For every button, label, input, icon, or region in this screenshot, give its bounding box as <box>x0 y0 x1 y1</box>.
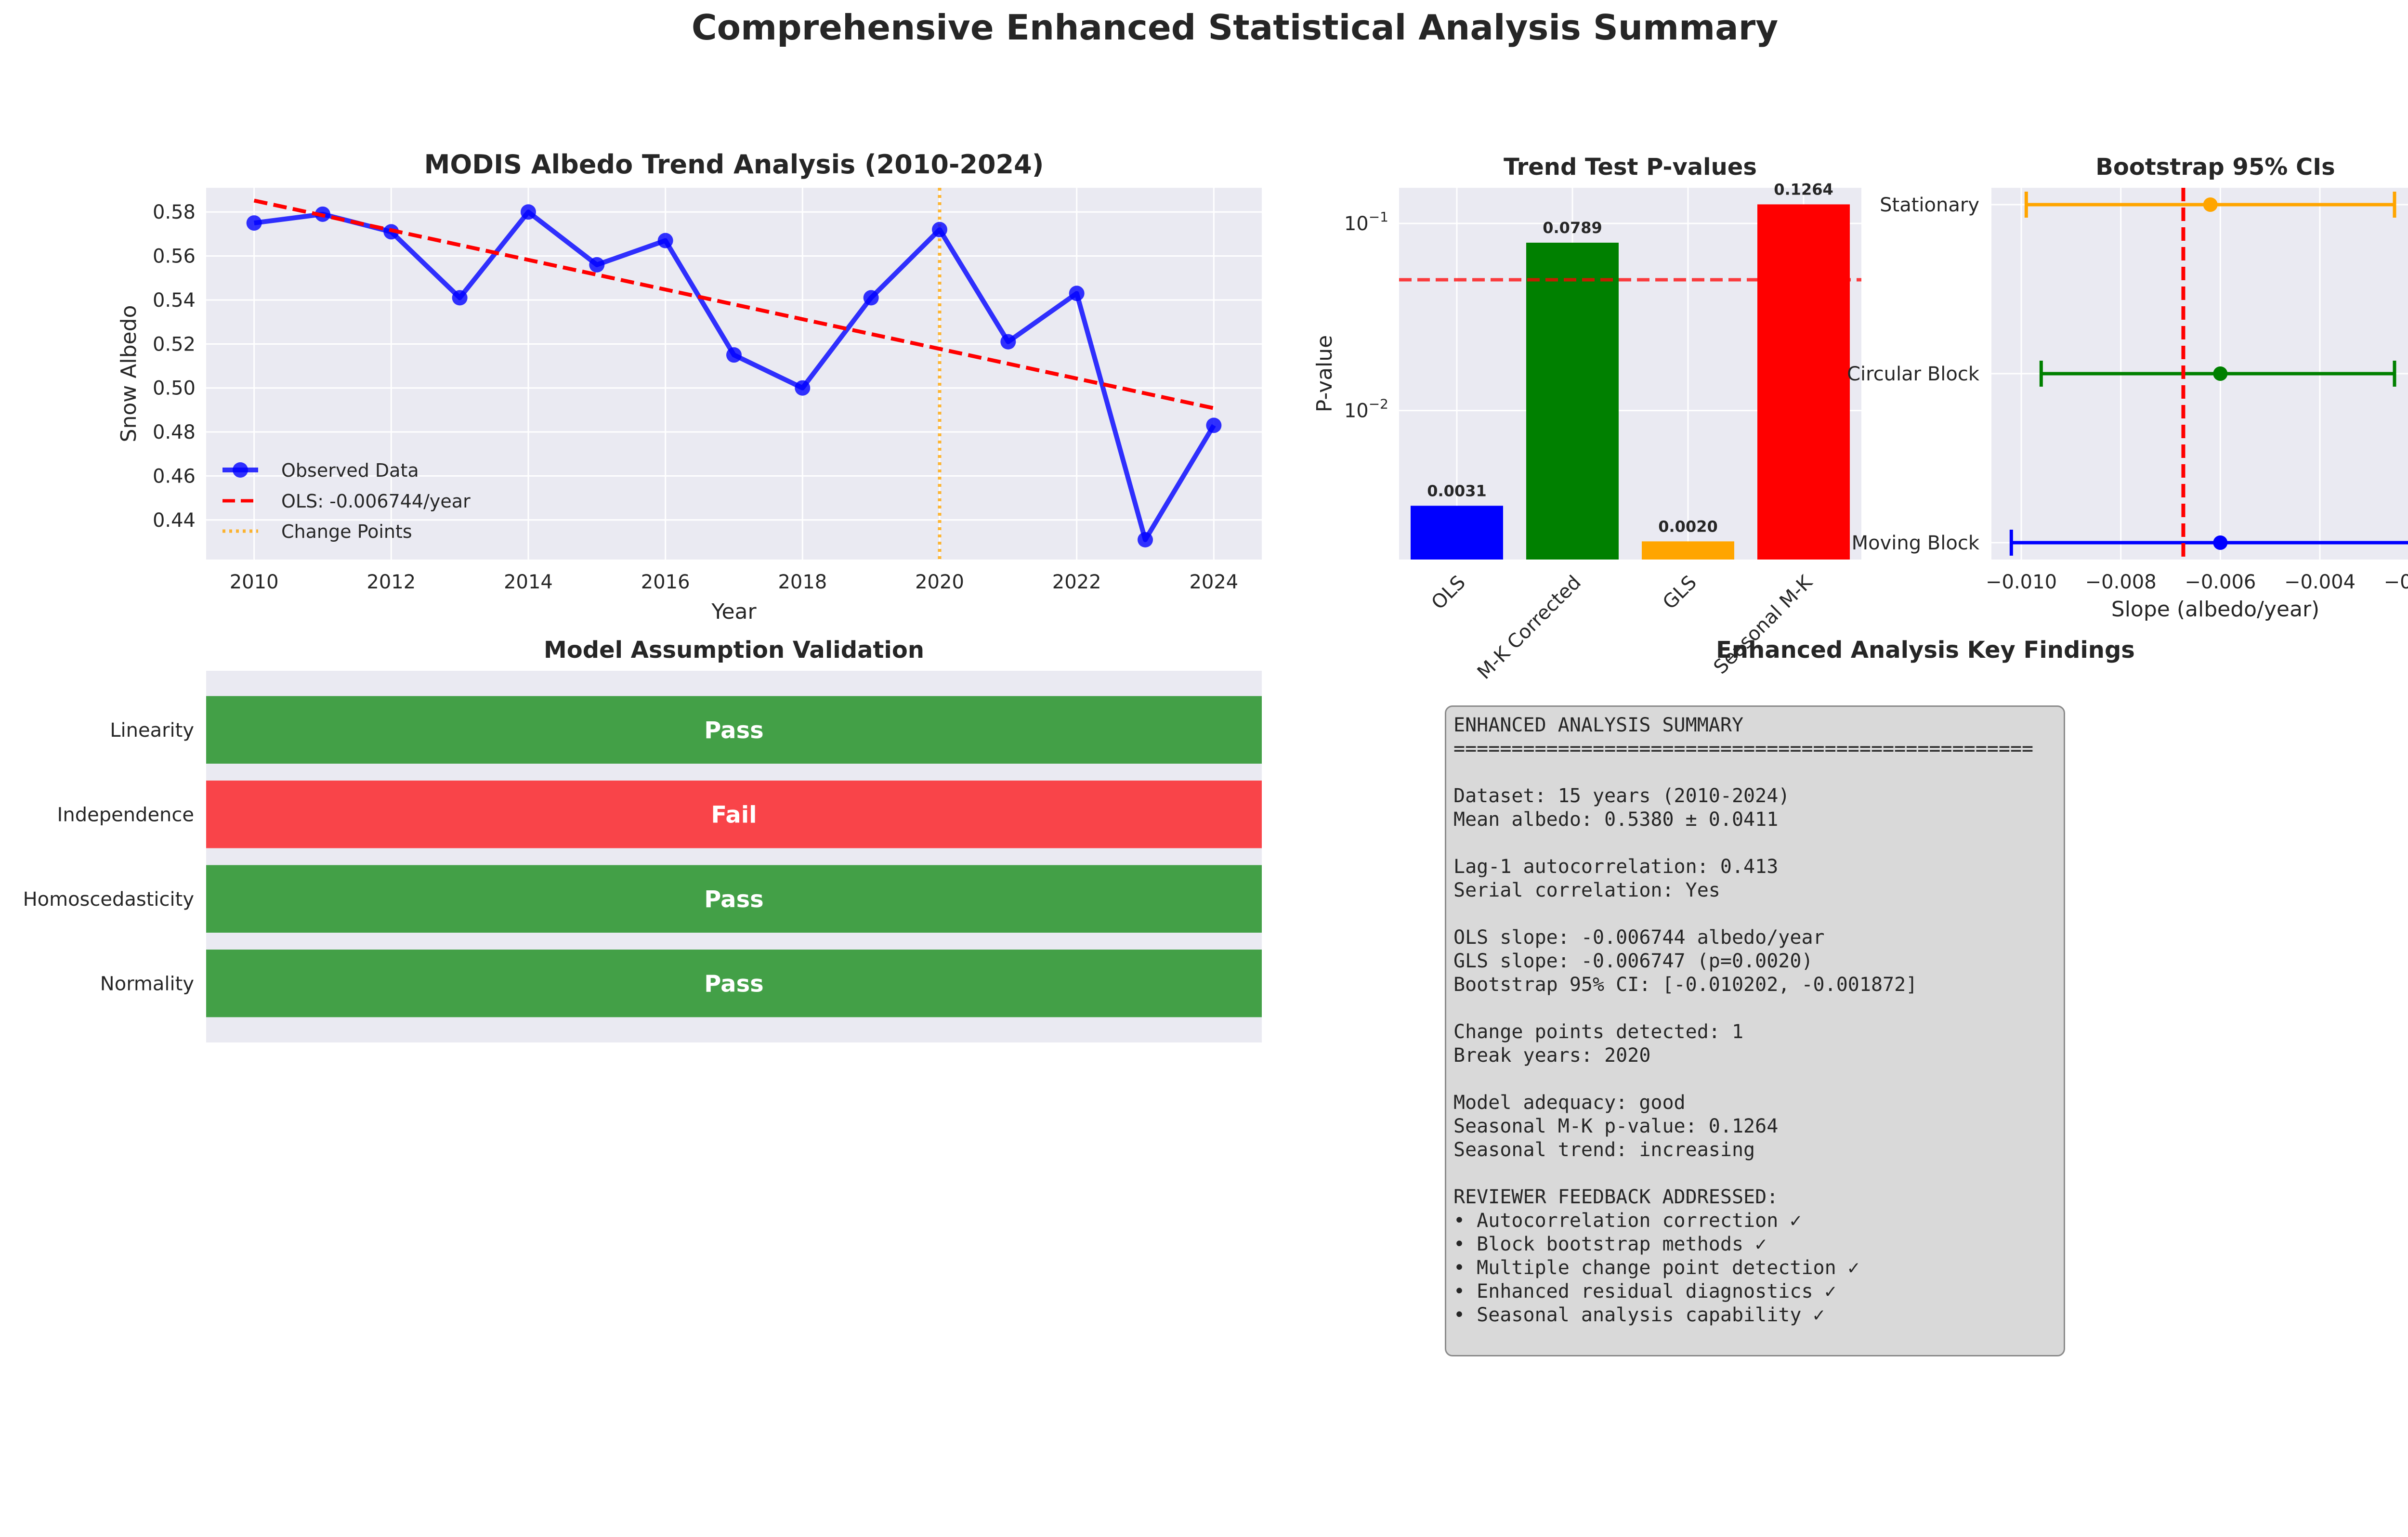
x-tick-label: GLS <box>1659 572 1701 614</box>
y-tick-label: 0.46 <box>153 465 196 487</box>
observed-data-point <box>520 204 536 220</box>
pvalue-bar-label: 0.0789 <box>1543 219 1602 237</box>
x-tick-label: OLS <box>1427 572 1470 614</box>
legend-observed-label: Observed Data <box>281 460 419 481</box>
assumption-category-label: Linearity <box>110 719 194 742</box>
legend-changepoint-label: Change Points <box>281 521 412 542</box>
assumption-category-label: Homoscedasticity <box>23 888 194 911</box>
y-tick-label: 0.50 <box>153 378 196 400</box>
x-tick-label: M-K Corrected <box>1473 572 1585 684</box>
legend-observed-marker <box>233 462 248 478</box>
x-tick-label: 2020 <box>915 571 964 593</box>
x-tick-label: 2016 <box>641 571 690 593</box>
observed-data-point <box>1206 417 1222 433</box>
y-tick-label: 0.58 <box>153 201 196 223</box>
assumption-result-label: Pass <box>704 717 763 744</box>
y-tick-label: 10−2 <box>1344 396 1388 422</box>
pvalue-panel: 0.0031 0.0789 0.0020 0.1264 10−2 10−1 OLS M-K … <box>1312 154 1861 684</box>
x-tick-label: −0.004 <box>2284 571 2356 593</box>
x-tick-label: 2024 <box>1189 571 1238 593</box>
observed-data-point <box>452 290 468 306</box>
assumption-result-label: Pass <box>704 886 763 913</box>
bootstrap-title: Bootstrap 95% CIs <box>2095 154 2335 181</box>
assumption-category-label: Normality <box>100 973 194 995</box>
assumption-category-label: Independence <box>57 804 194 826</box>
y-tick-label: Circular Block <box>1847 363 1980 385</box>
ci-estimate-point <box>2213 535 2228 550</box>
observed-data-point <box>932 221 948 237</box>
y-tick-label: Stationary <box>1880 194 1979 216</box>
x-tick-label: 2022 <box>1052 571 1101 593</box>
y-tick-label: 10−1 <box>1344 209 1388 235</box>
x-tick-label: 2018 <box>778 571 827 593</box>
assumption-result-label: Fail <box>711 801 757 828</box>
x-tick-label: 2014 <box>504 571 553 593</box>
pvalue-bar-label: 0.0031 <box>1427 482 1486 500</box>
observed-data-point <box>589 257 605 273</box>
pvalue-bar-label: 0.0020 <box>1658 517 1717 535</box>
pvalue-bar <box>1411 506 1503 560</box>
y-tick-label: 0.44 <box>153 509 196 532</box>
legend-ols-label: OLS: -0.006744/year <box>281 491 471 512</box>
y-tick-label: 0.48 <box>153 421 196 443</box>
pvalue-bar <box>1757 204 1850 560</box>
x-tick-label: −0.002 <box>2384 571 2408 593</box>
pvalue-bar-label: 0.1264 <box>1774 180 1833 198</box>
assumption-panel: Pass Linearity Fail Independence Pass Homosce… <box>23 637 1262 1042</box>
albedo-trend-xlabel: Year <box>711 599 757 624</box>
albedo-trend-panel: 2010 2012 2014 2016 2018 2020 2022 2024 0.44 0.46… <box>117 149 1262 624</box>
ci-estimate-point <box>2203 197 2218 212</box>
findings-title: Enhanced Analysis Key Findings <box>1716 637 2135 664</box>
x-tick-label: −0.006 <box>2185 571 2256 593</box>
pvalue-bar <box>1642 541 1734 560</box>
y-tick-label: 0.56 <box>153 246 196 268</box>
x-tick-label: −0.008 <box>2085 571 2157 593</box>
observed-data-point <box>1000 334 1016 350</box>
observed-data-point <box>795 380 811 396</box>
ci-estimate-point <box>2213 366 2228 381</box>
y-tick-label: 0.54 <box>153 289 196 312</box>
observed-data-point <box>657 233 673 248</box>
findings-text: ENHANCED ANALYSIS SUMMARY ==============… <box>1453 714 2034 1326</box>
observed-data-point <box>246 215 262 231</box>
x-tick-label: 2012 <box>366 571 416 593</box>
bootstrap-panel: −0.010 −0.008 −0.006 −0.004 −0.002 Moving Blo… <box>1847 154 2408 622</box>
pvalue-bar <box>1526 242 1619 560</box>
assumption-result-label: Pass <box>704 970 763 997</box>
y-tick-label: 0.52 <box>153 333 196 355</box>
x-tick-label: 2010 <box>230 571 279 593</box>
figure-title: Comprehensive Enhanced Statistical Analy… <box>692 7 1778 48</box>
x-tick-label: −0.010 <box>1986 571 2057 593</box>
pvalue-title: Trend Test P-values <box>1504 154 1757 181</box>
albedo-trend-ylabel: Snow Albedo <box>117 305 141 443</box>
observed-data-point <box>863 290 879 306</box>
bootstrap-xlabel: Slope (albedo/year) <box>2111 597 2319 622</box>
albedo-trend-title: MODIS Albedo Trend Analysis (2010-2024) <box>424 149 1044 180</box>
assumption-title: Model Assumption Validation <box>544 637 924 664</box>
observed-data-point <box>1069 286 1085 301</box>
observed-data-point <box>1138 532 1153 547</box>
pvalue-ylabel: P-value <box>1312 335 1337 412</box>
y-tick-label: Moving Block <box>1852 532 1980 554</box>
observed-data-point <box>726 347 742 363</box>
